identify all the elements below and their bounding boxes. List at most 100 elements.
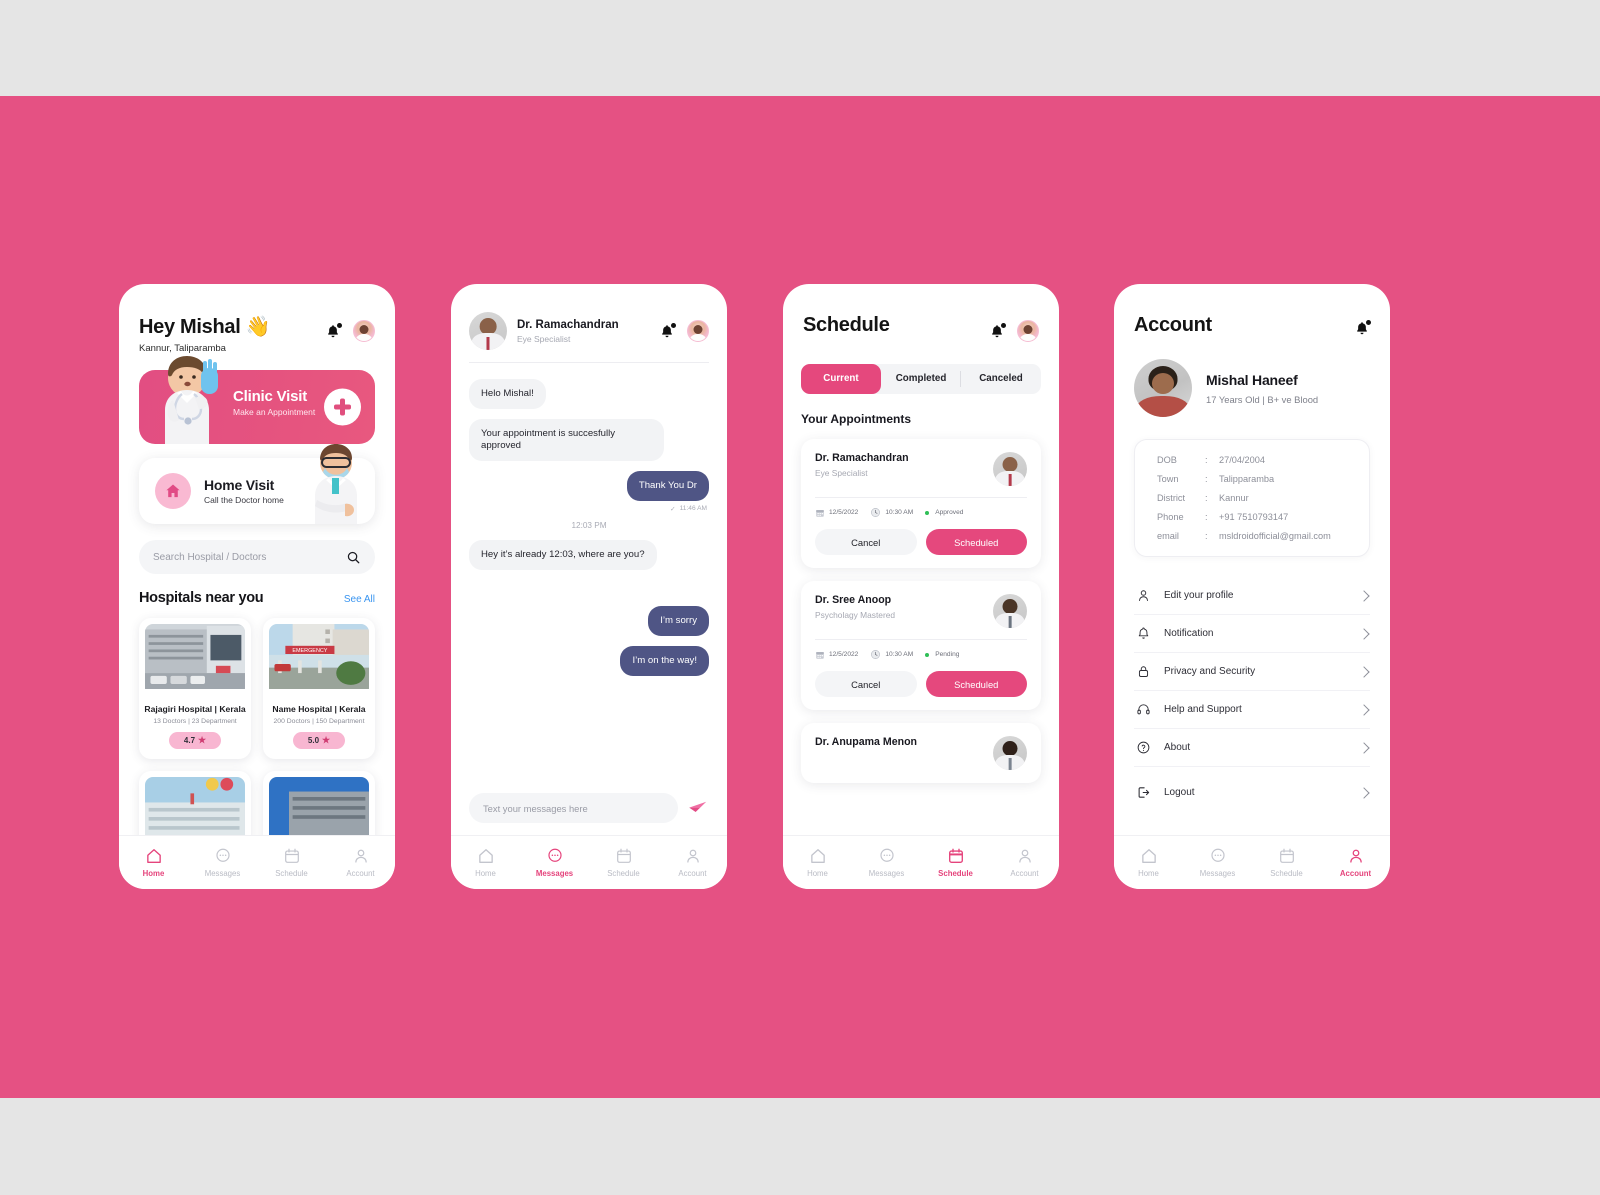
appointment-time: 10:30 AM xyxy=(885,651,914,658)
hospital-card[interactable]: Rajagiri Hospital | Kerala 13 Doctors | … xyxy=(139,618,251,759)
nav-item-home[interactable]: Home xyxy=(451,847,520,878)
hospital-name: Name Hospital | Kerala xyxy=(272,704,366,714)
info-colon: : xyxy=(1205,493,1208,503)
nav-item-home[interactable]: Home xyxy=(1114,847,1183,878)
clinic-visit-card[interactable]: Clinic Visit Make an Appointment xyxy=(139,356,375,444)
home-icon xyxy=(478,849,493,863)
section-title: Hospitals near you xyxy=(139,590,264,606)
nav-item-home[interactable]: Home xyxy=(783,847,852,878)
search-input[interactable] xyxy=(153,551,333,563)
person-icon xyxy=(1139,590,1148,601)
clinic-visit-title: Clinic Visit xyxy=(233,388,308,405)
bottom-navigation: Home Messages Schedule Account xyxy=(119,835,395,889)
chevron-right-icon xyxy=(1358,627,1370,640)
nav-item-home[interactable]: Home xyxy=(119,847,188,878)
menu-item-edit-profile[interactable]: Edit your profile xyxy=(1134,577,1370,615)
profile-subtitle: 17 Years Old | B+ ve Blood xyxy=(1206,393,1319,405)
cancel-button[interactable]: Cancel xyxy=(815,529,917,555)
nav-item-account[interactable]: Account xyxy=(1321,847,1390,878)
hospital-card[interactable]: EMERGENCY Name Hospital | Kerala 200 Doc… xyxy=(263,618,375,759)
chat-message-list: Helo Mishal! Your appointment is succesf… xyxy=(451,363,727,676)
phone-screen-account: Account Mishal Haneef 17 Years Old | B+ … xyxy=(1114,284,1390,889)
chat-message: Hey it’s already 12:03, where are you? xyxy=(469,539,709,570)
chat-icon xyxy=(1210,848,1225,862)
tab-current[interactable]: Current xyxy=(801,364,881,394)
menu-label: Edit your profile xyxy=(1164,590,1234,601)
see-all-link[interactable]: See All xyxy=(344,594,375,605)
time-separator: 12:03 PM xyxy=(571,520,607,530)
bell-icon[interactable] xyxy=(1354,320,1371,337)
person-icon xyxy=(354,849,367,863)
bottom-navigation: Home Messages Schedule Account xyxy=(783,835,1059,889)
appointment-card[interactable]: Dr. Anupama Menon xyxy=(801,723,1041,783)
nav-label: Schedule xyxy=(607,869,640,878)
hospital-rating: 5.0 xyxy=(307,736,320,745)
doctor-name: Dr. Ramachandran xyxy=(815,452,909,464)
nav-item-messages[interactable]: Messages xyxy=(1183,847,1252,878)
appointment-card[interactable]: Dr. Sree Anoop Psycholagy Mastered 12/5/… xyxy=(801,581,1041,710)
person-icon xyxy=(1018,849,1031,863)
nav-item-account[interactable]: Account xyxy=(990,847,1059,878)
avatar[interactable] xyxy=(353,320,375,342)
info-value: Kannur xyxy=(1219,493,1249,503)
search-bar[interactable] xyxy=(139,540,375,574)
bell-icon[interactable] xyxy=(325,322,342,340)
nav-item-messages[interactable]: Messages xyxy=(520,847,589,878)
plus-icon[interactable] xyxy=(324,388,361,426)
hospitals-section-header: Hospitals near you See All xyxy=(139,590,375,606)
nav-label: Home xyxy=(475,869,496,878)
avatar[interactable] xyxy=(687,320,709,342)
tab-canceled[interactable]: Canceled xyxy=(961,364,1041,394)
message-input-field[interactable] xyxy=(469,793,678,823)
scheduled-button[interactable]: Scheduled xyxy=(925,671,1027,697)
tab-completed[interactable]: Completed xyxy=(881,364,961,394)
nav-item-account[interactable]: Account xyxy=(326,847,395,878)
menu-label: Notification xyxy=(1164,628,1214,639)
hospital-meta: 13 Doctors | 23 Department xyxy=(153,718,237,725)
nav-item-messages[interactable]: Messages xyxy=(852,847,921,878)
message-bubble: Helo Mishal! xyxy=(469,379,546,409)
avatar[interactable] xyxy=(1134,359,1192,417)
message-bubble: I’m on the way! xyxy=(620,645,709,676)
chat-icon xyxy=(215,848,230,862)
scheduled-button[interactable]: Scheduled xyxy=(925,529,1027,555)
chat-doctor-role: Eye Specialist xyxy=(517,333,571,344)
nav-item-schedule[interactable]: Schedule xyxy=(1252,847,1321,878)
send-icon[interactable] xyxy=(687,797,709,819)
bell-icon[interactable] xyxy=(659,322,676,340)
hospital-photo: EMERGENCY xyxy=(269,624,369,696)
search-icon[interactable] xyxy=(346,550,361,565)
calendar-icon xyxy=(948,848,963,863)
section-title: Your Appointments xyxy=(801,412,911,426)
nav-item-schedule[interactable]: Schedule xyxy=(921,847,990,878)
message-input[interactable] xyxy=(483,802,664,814)
nav-item-schedule[interactable]: Schedule xyxy=(589,847,658,878)
home-visit-subtitle: Call the Doctor home xyxy=(204,495,284,505)
menu-item-about[interactable]: About xyxy=(1134,729,1370,767)
menu-item-logout[interactable]: Logout xyxy=(1134,774,1370,811)
person-icon xyxy=(686,849,699,863)
appointment-card[interactable]: Dr. Ramachandran Eye Specialist 12/5/202… xyxy=(801,439,1041,568)
doctor-illustration xyxy=(165,356,218,444)
nav-label: Account xyxy=(346,869,375,878)
home-visit-card[interactable]: Home Visit Call the Doctor home xyxy=(139,444,375,524)
menu-item-notification[interactable]: Notification xyxy=(1134,615,1370,653)
home-icon xyxy=(1141,849,1156,863)
nav-item-messages[interactable]: Messages xyxy=(188,847,257,878)
doctor-avatar[interactable] xyxy=(469,312,507,350)
nav-item-account[interactable]: Account xyxy=(658,847,727,878)
chevron-right-icon xyxy=(1358,665,1370,678)
message-meta: ✓ 11:46 AM xyxy=(469,505,707,513)
doctor-name: Dr. Sree Anoop xyxy=(815,594,892,606)
home-visit-title: Home Visit xyxy=(204,477,275,493)
page-title: Schedule xyxy=(803,314,890,336)
avatar[interactable] xyxy=(1017,320,1039,342)
menu-item-help-support[interactable]: Help and Support xyxy=(1134,691,1370,729)
message-bubble: I’m sorry xyxy=(648,605,709,636)
headset-icon xyxy=(1137,704,1150,715)
nav-label: Messages xyxy=(868,869,905,878)
menu-item-privacy-security[interactable]: Privacy and Security xyxy=(1134,653,1370,691)
bell-icon[interactable] xyxy=(989,322,1006,340)
nav-item-schedule[interactable]: Schedule xyxy=(257,847,326,878)
cancel-button[interactable]: Cancel xyxy=(815,671,917,697)
